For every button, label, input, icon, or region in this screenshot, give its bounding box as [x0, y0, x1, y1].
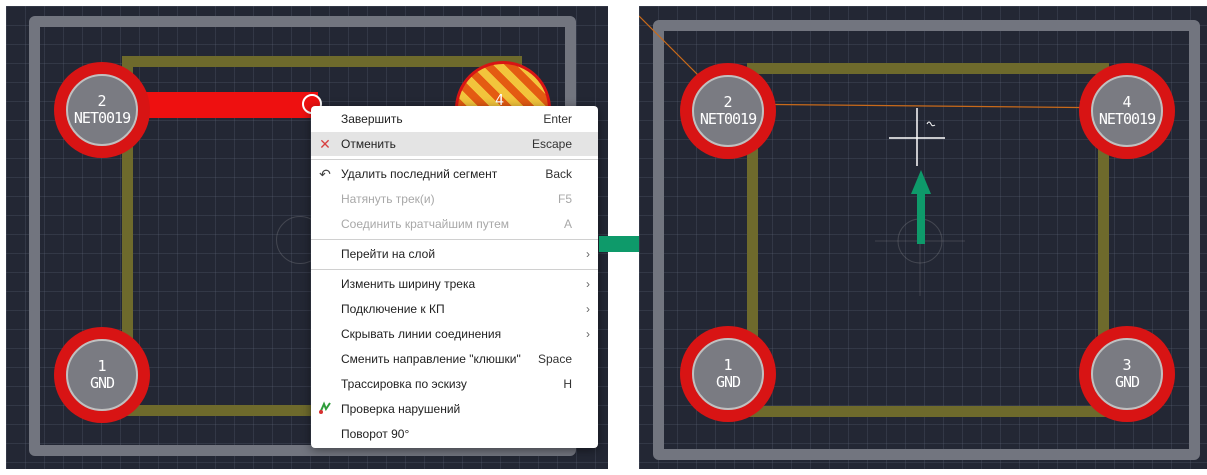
chevron-right-icon: › — [586, 327, 590, 341]
undo-arrow-icon: ↶ — [319, 165, 331, 182]
pad-2[interactable]: 2 NET0019 — [680, 63, 776, 159]
chevron-right-icon: › — [586, 277, 590, 291]
pad-net-label: NET0019 — [1098, 110, 1156, 128]
cursor-crosshair-icon — [889, 108, 945, 166]
chevron-right-icon: › — [586, 247, 590, 261]
pad-net-label: GND — [1114, 373, 1140, 391]
menu-item-pad-connection[interactable]: Подключение к КП › — [311, 297, 598, 321]
menu-separator — [311, 159, 598, 160]
pad-number: 2 — [723, 93, 733, 111]
pad-net-label: NET0019 — [699, 110, 757, 128]
drc-check-icon — [317, 400, 333, 418]
pad-1[interactable]: 1 GND — [680, 326, 776, 422]
pad-number: 3 — [1122, 356, 1132, 374]
cancel-x-icon: ✕ — [319, 135, 331, 152]
pad-number: 1 — [97, 357, 107, 375]
pad-4[interactable]: 4 NET0019 — [1079, 63, 1175, 159]
active-track-segment — [136, 92, 318, 118]
context-menu: Завершить Enter ✕ Отменить Escape ↶ Удал… — [311, 106, 598, 448]
menu-item-delete-last-segment[interactable]: ↶ Удалить последний сегмент Back — [311, 162, 598, 186]
pad-number: 2 — [97, 92, 107, 110]
pad-number: 4 — [1122, 93, 1132, 111]
menu-separator — [311, 269, 598, 270]
menu-item-pull-tracks: Натянуть трек(и) F5 — [341, 192, 572, 206]
up-arrow-icon — [911, 170, 931, 244]
menu-item-hide-ratsnest[interactable]: Скрывать линии соединения › — [311, 322, 598, 346]
chevron-right-icon: › — [586, 302, 590, 316]
menu-item-rotate-90[interactable]: Поворот 90° — [311, 422, 598, 446]
menu-item-drc-check[interactable]: Проверка нарушений — [311, 397, 598, 421]
menu-item-change-track-width[interactable]: Изменить ширину трека › — [311, 272, 598, 296]
pad-2[interactable]: 2 NET0019 — [54, 62, 150, 158]
right-pcb-canvas[interactable]: 2 NET0019 4 NET0019 1 GND 3 GND — [639, 6, 1207, 469]
menu-item-finish[interactable]: Завершить Enter — [311, 107, 598, 131]
menu-item-sketch-routing[interactable]: Трассировка по эскизу H — [311, 372, 598, 396]
menu-separator — [311, 239, 598, 240]
pad-net-label: NET0019 — [73, 109, 131, 127]
pad-number: 1 — [723, 356, 733, 374]
pad-net-label: GND — [89, 374, 115, 392]
menu-item-cancel[interactable]: ✕ Отменить Escape — [311, 132, 598, 156]
pad-3[interactable]: 3 GND — [1079, 326, 1175, 422]
pad-1[interactable]: 1 GND — [54, 327, 150, 423]
menu-item-shortest-path: Соединить кратчайшим путем A — [341, 217, 572, 231]
menu-item-change-hook-direction[interactable]: Сменить направление "клюшки" Space — [311, 347, 598, 371]
pad-net-label: GND — [715, 373, 741, 391]
menu-item-go-to-layer[interactable]: Перейти на слой › — [311, 242, 598, 266]
